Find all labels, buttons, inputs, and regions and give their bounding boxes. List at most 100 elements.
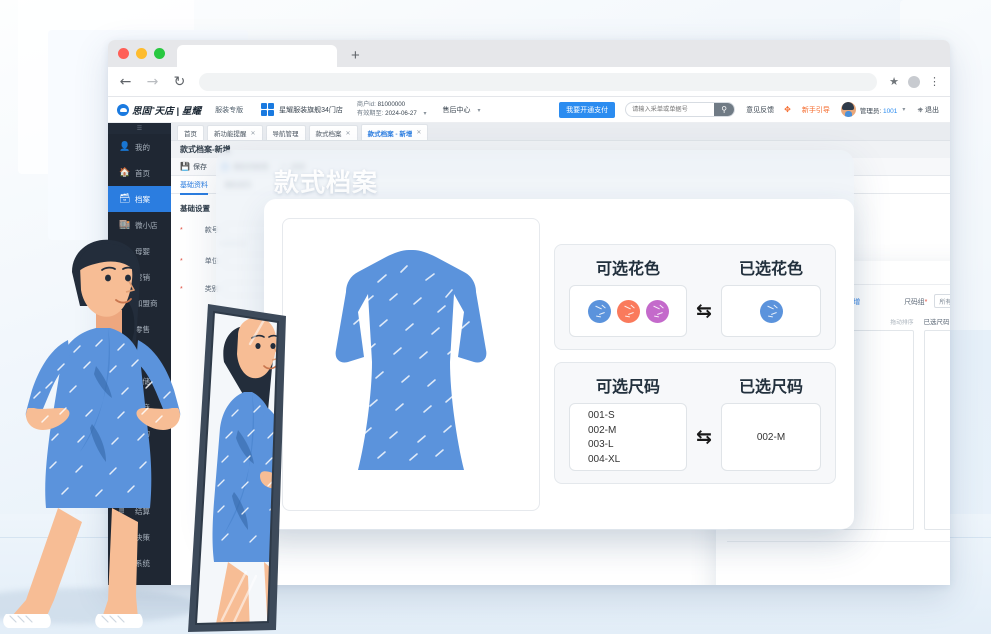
- close-icon[interactable]: ✕: [251, 130, 256, 137]
- after-sales-menu[interactable]: 售后中心 ▾: [443, 105, 481, 115]
- available-colors-title: 可选花色: [595, 261, 660, 278]
- shop-name: 星耀服装旗舰34门店: [279, 106, 343, 114]
- size-group-select[interactable]: 所有自定义尺码 ▾: [934, 294, 950, 308]
- close-icon[interactable]: ✕: [346, 130, 351, 137]
- sort-hint: 拖动排序: [890, 319, 914, 326]
- open-payment-button[interactable]: 我要开通支付: [559, 101, 616, 118]
- cloud-icon: [117, 103, 129, 116]
- selected-sizes-column: 已选尺码 拖动排序: [923, 316, 951, 530]
- tab-basic-info[interactable]: 基础资料: [180, 180, 208, 195]
- tab-1[interactable]: 新功能提醒 ✕: [207, 125, 263, 140]
- swap-arrows-icon[interactable]: ⇆: [687, 300, 721, 322]
- valid-until-value: 2024-06-27: [385, 109, 417, 117]
- selected-colors-box[interactable]: [721, 285, 821, 337]
- available-size-item[interactable]: 002-M: [588, 424, 686, 439]
- chevron-down-icon[interactable]: ▾: [424, 110, 427, 117]
- sidebar-item-0[interactable]: 👤 我的: [108, 134, 171, 160]
- tab-label: 首页: [184, 131, 197, 138]
- user-id: 1001: [882, 107, 898, 115]
- forward-arrow-icon[interactable]: →: [145, 74, 160, 90]
- sidebar-item-1[interactable]: 🏠 首页: [108, 160, 171, 186]
- selected-sizes-title: 已选尺码: [923, 319, 950, 326]
- profile-avatar-icon[interactable]: [908, 75, 920, 88]
- merchant-id-label: 商户id:: [356, 101, 376, 109]
- back-arrow-icon[interactable]: ←: [118, 74, 133, 90]
- save-label: 保存: [192, 163, 207, 171]
- tab-4[interactable]: 款式档案 - 新增 ✕: [360, 124, 429, 140]
- tab-label: 款式档案: [315, 131, 342, 138]
- minimize-window-icon[interactable]: [136, 48, 147, 59]
- blue-dress-illustration: [335, 249, 487, 470]
- address-bar[interactable]: [199, 72, 878, 91]
- logout-button[interactable]: ⎈ 退出: [917, 105, 939, 115]
- app-header: 思固˚天店 | 星耀 服装专版 星耀服装旗舰34门店 商户id: 8100000…: [108, 97, 950, 123]
- required-marker: *: [180, 226, 183, 234]
- size-group-text: 尺码组: [904, 299, 925, 306]
- sidebar-item-label: 微小店: [135, 220, 158, 230]
- close-window-icon[interactable]: [118, 48, 129, 59]
- feedback-link[interactable]: 意见反馈: [746, 105, 774, 115]
- newbie-guide-link[interactable]: 新手引导: [802, 105, 830, 115]
- after-sales-label: 售后中心: [442, 106, 471, 114]
- new-tab-button[interactable]: +: [351, 45, 360, 67]
- selected-sizes-list[interactable]: [923, 330, 950, 530]
- overlay-watermark-title: 款式档案: [274, 169, 379, 197]
- user-avatar[interactable]: [840, 102, 856, 117]
- color-panel-body: ⇆: [569, 285, 821, 337]
- size-panel-headers: 可选尺码 已选尺码: [569, 373, 821, 397]
- available-size-item[interactable]: 003-L: [588, 438, 686, 453]
- size-selection-panel: 可选尺码 已选尺码 001-S 002-M 003-L 004-XL ⇆ 002-M: [554, 362, 836, 484]
- sidebar-item-2[interactable]: 🗃 档案: [108, 186, 171, 212]
- available-sizes-title: 可选尺码: [595, 379, 660, 396]
- close-icon[interactable]: ✕: [416, 129, 421, 136]
- search-box[interactable]: ⚲: [625, 102, 736, 117]
- size-group-value: 所有自定义尺码: [939, 299, 950, 306]
- dress-preview-card: [282, 217, 540, 511]
- sidebar-item-label: 档案: [135, 194, 150, 204]
- save-button[interactable]: 💾 保存: [180, 162, 207, 172]
- browser-tab[interactable]: [177, 45, 337, 67]
- available-color-coral[interactable]: [616, 299, 640, 323]
- selected-sizes-title: 已选尺码: [738, 379, 803, 396]
- chevron-down-icon[interactable]: ▾: [902, 106, 905, 113]
- collapse-icon[interactable]: ☰: [108, 123, 171, 134]
- archive-icon: 🗃: [119, 194, 131, 204]
- star-icon[interactable]: ★: [889, 75, 899, 88]
- available-color-blue[interactable]: [587, 299, 611, 323]
- standing-mirror-with-reflection: [188, 304, 286, 632]
- search-input[interactable]: [626, 103, 715, 116]
- available-colors-box[interactable]: [569, 285, 687, 337]
- reload-icon[interactable]: ↻: [172, 74, 187, 90]
- selected-sizes-box[interactable]: 002-M: [721, 403, 821, 471]
- qr-code-icon[interactable]: [261, 103, 275, 116]
- selected-color-blue[interactable]: [759, 299, 783, 323]
- attribute-panels: 可选花色 已选花色 ⇆ 可选尺码 已选尺码 001-S 002-M 003-L 004…: [554, 244, 836, 484]
- tab-3[interactable]: 款式档案 ✕: [308, 125, 358, 140]
- save-icon: 💾: [180, 162, 190, 171]
- store-icon: 🏬: [119, 220, 131, 230]
- available-size-item[interactable]: 001-S: [588, 409, 686, 424]
- maximize-window-icon[interactable]: [154, 48, 165, 59]
- selected-sizes-header: 已选尺码 拖动排序: [924, 316, 951, 326]
- size-panel-body: 001-S 002-M 003-L 004-XL ⇆ 002-M: [569, 403, 821, 471]
- brand-logo: 思固˚天店 | 星耀: [117, 103, 201, 117]
- swap-arrows-icon[interactable]: ⇆: [687, 426, 721, 448]
- available-color-purple[interactable]: [645, 299, 669, 323]
- valid-until-label: 有效期至:: [356, 109, 384, 117]
- tab-2[interactable]: 导航管理: [265, 125, 306, 140]
- role-label: 管理员:: [859, 107, 882, 115]
- search-icon[interactable]: ⚲: [714, 103, 735, 116]
- browser-toolbar: ← → ↻ ★ ⋮: [108, 67, 950, 97]
- edition-label: 服装专版: [215, 106, 244, 114]
- tab-0[interactable]: 首页: [177, 125, 204, 140]
- available-sizes-box[interactable]: 001-S 002-M 003-L 004-XL: [569, 403, 687, 471]
- window-controls[interactable]: [118, 40, 165, 67]
- guide-icon: ✥: [784, 105, 791, 114]
- field-label-style-no: 款号: [204, 227, 219, 234]
- sidebar-item-3[interactable]: 🏬 微小店: [108, 212, 171, 238]
- user-role: 管理员: 1001: [860, 105, 898, 115]
- tab-label: 导航管理: [272, 131, 299, 138]
- selected-size-item[interactable]: 002-M: [757, 432, 785, 443]
- kebab-menu-icon[interactable]: ⋮: [929, 75, 940, 88]
- available-size-item[interactable]: 004-XL: [588, 453, 686, 468]
